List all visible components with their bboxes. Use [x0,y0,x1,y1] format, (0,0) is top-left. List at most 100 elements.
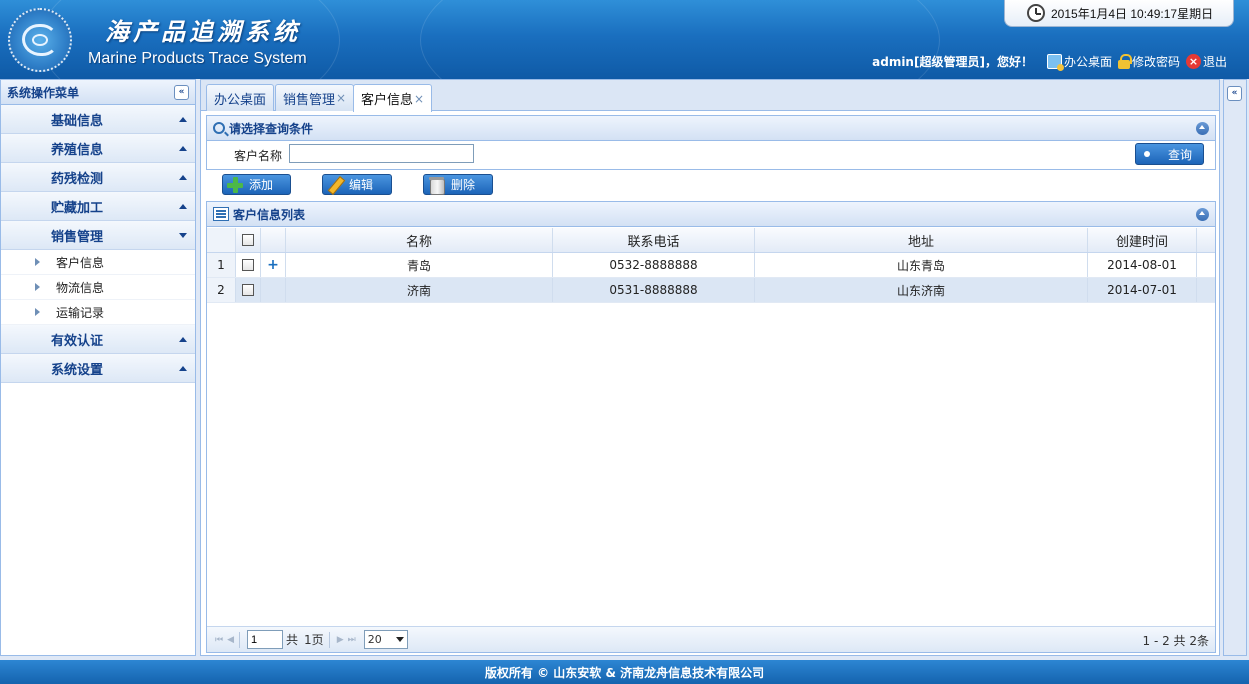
change-password-link[interactable]: 修改密码 [1117,53,1180,70]
clock-text: 2015年1月4日 10:49:17星期日 [1051,6,1214,21]
collapse-panel-icon[interactable] [1196,121,1209,135]
column-header-phone[interactable]: 联系电话 [553,228,755,252]
sidebar-group-sales-management[interactable]: 销售管理 [1,221,195,250]
row-expander-cell: + [261,253,286,277]
chevron-up-icon [179,365,187,371]
sidebar: 系统操作菜单 « 基础信息 养殖信息 药残检测 贮藏加工 销售管理 客户信息 物… [0,79,196,656]
table-header-row: 名称 联系电话 地址 创建时间 [207,228,1215,253]
table-row[interactable]: 2 济南 0531-8888888 山东济南 2014-07-01 [207,278,1215,303]
tab-label: 办公桌面 [214,92,267,108]
select-all-checkbox[interactable] [242,234,254,246]
search-dot-icon [1144,151,1150,157]
list-icon [213,207,229,221]
row-select-cell [236,253,261,277]
chevron-up-icon [179,203,187,209]
sidebar-group-system-settings[interactable]: 系统设置 [1,354,195,383]
first-page-icon[interactable]: ⏮ [215,635,223,645]
sidebar-item-label: 运输记录 [56,305,105,320]
query-button-label: 查询 [1168,147,1193,162]
close-icon[interactable]: × [336,91,346,105]
cell-name: 济南 [286,278,553,302]
customer-table: 名称 联系电话 地址 创建时间 1 + 青岛 0532-8888888 山东青岛… [207,228,1215,303]
trash-icon [429,176,445,195]
customer-name-label: 客户名称 [234,149,283,163]
cell-address: 山东青岛 [755,253,1088,277]
page-size-select[interactable]: 20 [363,630,408,649]
customer-grid-panel: 客户信息列表 名称 联系电话 地址 创建时间 1 + 青岛 0532-88888… [206,201,1216,653]
sidebar-item-label: 客户信息 [56,255,105,270]
collapse-sidebar-button[interactable]: « [174,84,189,100]
change-password-label: 修改密码 [1131,55,1180,69]
sidebar-group-label: 基础信息 [51,113,104,129]
sidebar-item-label: 物流信息 [56,280,105,295]
row-number: 2 [207,278,236,302]
row-checkbox[interactable] [242,284,254,296]
expander-header [261,228,286,252]
tab-sales-management[interactable]: 销售管理 × [275,84,355,111]
sidebar-header: 系统操作菜单 « [1,80,195,105]
table-row[interactable]: 1 + 青岛 0532-8888888 山东青岛 2014-08-01 [207,253,1215,278]
sidebar-group-label: 系统设置 [51,362,104,378]
row-checkbox[interactable] [242,259,254,271]
sidebar-group-label: 养殖信息 [51,142,104,158]
app-title-en: Marine Products Trace System [88,50,307,67]
cell-phone: 0531-8888888 [553,278,755,302]
pagination-bar: ⏮ ◀ 共 1页 ▶ ⏭ 20 1 - 2 共 2条 [207,626,1215,652]
query-panel-header: 请选择查询条件 [207,116,1215,141]
right-collapsed-panel: « [1223,79,1247,656]
pencil-icon [327,177,343,193]
tab-label: 客户信息 [361,93,414,108]
header-decoration [420,0,940,79]
last-page-icon[interactable]: ⏭ [348,635,356,645]
logout-link[interactable]: × 退出 [1185,53,1227,70]
chevron-down-icon [395,637,404,642]
sidebar-item-transport-records[interactable]: 运输记录 [1,300,195,325]
sidebar-group-storage-processing[interactable]: 贮藏加工 [1,192,195,221]
app-title-cn: 海产品追溯系统 [105,17,301,46]
user-greeting: admin[超级管理员]，您好！ [872,55,1033,69]
sidebar-group-basic-info[interactable]: 基础信息 [1,105,195,134]
clock-icon [1027,4,1045,22]
sidebar-item-logistics-info[interactable]: 物流信息 [1,275,195,300]
page-number-input[interactable] [247,630,284,649]
customer-name-input[interactable] [289,144,474,163]
expand-icon[interactable]: + [267,257,279,273]
add-button[interactable]: 添加 [222,174,291,195]
chevron-up-icon [179,145,187,151]
close-icon[interactable]: × [414,92,424,106]
next-page-icon[interactable]: ▶ [337,635,344,645]
chevron-up-icon [179,174,187,180]
expand-right-panel-button[interactable]: « [1227,86,1242,101]
cell-phone: 0532-8888888 [553,253,755,277]
cell-created: 2014-07-01 [1088,278,1197,302]
edit-button[interactable]: 编辑 [322,174,392,195]
edit-button-label: 编辑 [349,178,374,192]
pager-separator [239,631,241,648]
row-number: 1 [207,253,236,277]
sidebar-group-residue-test[interactable]: 药残检测 [1,163,195,192]
desktop-link[interactable]: 办公桌面 [1046,53,1112,71]
collapse-panel-icon[interactable] [1196,207,1209,221]
tab-bar: 办公桌面 销售管理 × 客户信息 × [201,80,1219,112]
sidebar-group-label: 贮藏加工 [51,200,104,216]
cell-address: 山东济南 [755,278,1088,302]
app-logo-icon [8,8,72,72]
sidebar-group-breeding-info[interactable]: 养殖信息 [1,134,195,163]
column-header-created[interactable]: 创建时间 [1088,228,1197,252]
prev-page-icon[interactable]: ◀ [227,635,234,645]
tab-desktop[interactable]: 办公桌面 [206,84,275,111]
chevron-up-icon [179,336,187,342]
caret-right-icon [35,308,40,316]
grid-title: 客户信息列表 [233,207,306,222]
query-button[interactable]: 查询 [1135,143,1204,165]
tab-customer-info[interactable]: 客户信息 × [353,84,433,112]
delete-button[interactable]: 删除 [423,174,493,195]
column-header-name[interactable]: 名称 [286,228,553,252]
column-header-address[interactable]: 地址 [755,228,1088,252]
clock-panel: 2015年1月4日 10:49:17星期日 [1004,0,1234,27]
desktop-link-label: 办公桌面 [1063,55,1112,69]
sidebar-group-certification[interactable]: 有效认证 [1,325,195,354]
row-expander-cell [261,278,286,302]
sidebar-item-customer-info[interactable]: 客户信息 [1,250,195,275]
app-header: 海产品追溯系统 Marine Products Trace System 201… [0,0,1249,79]
